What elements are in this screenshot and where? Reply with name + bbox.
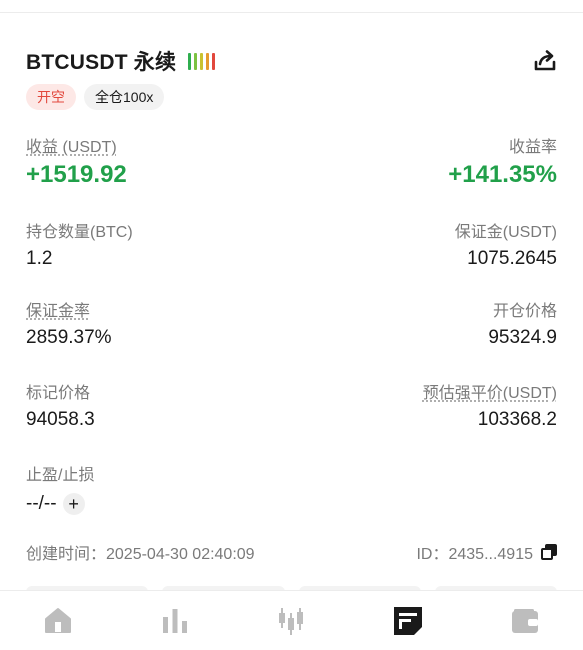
position-title[interactable]: BTCUSDT 永续 (26, 46, 176, 76)
created-time: 创建时间：2025-04-30 02:40:09 (26, 546, 255, 563)
position-id: ID：2435...4915 (416, 546, 533, 563)
tab-home[interactable] (28, 596, 88, 646)
position-header: BTCUSDT 永续 (26, 47, 561, 75)
liq-price-label[interactable]: 预估强平价(USDT) (423, 379, 557, 403)
share-button[interactable] (531, 47, 559, 75)
bottom-tab-bar (0, 590, 583, 650)
size-value: 1.2 (26, 248, 53, 269)
entry-price-value: 95324.9 (488, 327, 557, 348)
mark-price-cell: 标记价格 94058.3 (26, 379, 95, 431)
roe-cell: 收益率 +141.35% (448, 133, 557, 189)
tpsl-value: --/-- (26, 493, 57, 514)
tpsl-row: --/-- + (26, 493, 94, 515)
futures-icon (394, 606, 423, 635)
tpsl-label: 止盈/止损 (26, 467, 95, 484)
tab-trade[interactable] (261, 596, 321, 646)
roe-label: 收益率 (508, 139, 557, 156)
position-id-row: ID：2435...4915 (416, 540, 557, 564)
position-card: BTCUSDT 永续 开空 全仓100x 收益 (USDT) +1519.92 … (0, 0, 583, 588)
tab-assets[interactable] (495, 596, 555, 646)
mark-price-label: 标记价格 (26, 385, 91, 402)
pnl-label[interactable]: 收益 (USDT) (26, 133, 127, 157)
copy-icon[interactable] (541, 544, 557, 560)
share-icon (534, 50, 556, 71)
tpsl-cell: 止盈/止损 --/-- + (26, 461, 94, 515)
position-tags: 开空 全仓100x (26, 84, 165, 110)
side-tag: 开空 (26, 84, 76, 110)
margin-label: 保证金(USDT) (454, 224, 557, 241)
margin-value: 1075.2645 (467, 248, 557, 269)
liq-price-value: 103368.2 (477, 409, 557, 430)
size-label: 持仓数量(BTC) (26, 224, 133, 241)
liq-price-cell: 预估强平价(USDT) 103368.2 (423, 379, 557, 431)
size-cell: 持仓数量(BTC) 1.2 (26, 218, 133, 270)
add-tpsl-button[interactable]: + (62, 493, 85, 515)
home-icon (45, 607, 72, 633)
entry-price-cell: 开仓价格 95324.9 (488, 297, 557, 349)
wallet-icon (511, 608, 538, 633)
bar-chart-icon (162, 608, 187, 633)
margin-ratio-cell: 保证金率 2859.37% (26, 297, 112, 349)
signal-strength-icon (188, 52, 216, 70)
tab-markets[interactable] (145, 596, 205, 646)
roe-value: +141.35% (448, 161, 557, 188)
pnl-cell: 收益 (USDT) +1519.92 (26, 133, 127, 189)
margin-cell: 保证金(USDT) 1075.2645 (455, 218, 557, 270)
entry-price-label: 开仓价格 (492, 303, 557, 320)
margin-ratio-label[interactable]: 保证金率 (26, 297, 112, 321)
mark-price-value: 94058.3 (26, 409, 95, 430)
margin-ratio-value: 2859.37% (26, 327, 112, 348)
pnl-value: +1519.92 (26, 161, 127, 188)
candlestick-icon (279, 607, 304, 635)
tab-futures[interactable] (378, 596, 438, 646)
margin-mode-tag: 全仓100x (84, 84, 165, 110)
